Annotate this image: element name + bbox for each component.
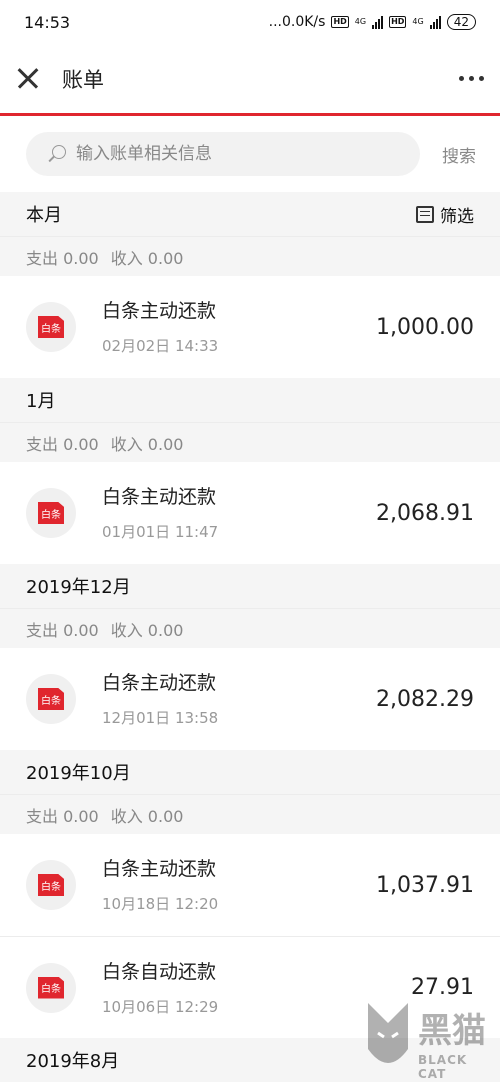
expense-total: 支出 0.00 [26, 434, 99, 454]
search-row: 搜索 [0, 116, 500, 192]
baitiao-logo-icon: 白条 [38, 874, 64, 896]
status-indicators: ...0.0K/s HD 4G HD 4G 42 [269, 14, 476, 30]
income-total: 收入 0.00 [110, 806, 184, 826]
baitiao-avatar: 白条 [26, 674, 76, 724]
income-total: 收入 0.00 [110, 620, 184, 640]
transaction-row[interactable]: 白条 白条主动还款 02月02日 14:33 1,000.00 [0, 276, 500, 378]
baitiao-avatar: 白条 [26, 302, 76, 352]
search-box[interactable] [26, 132, 420, 176]
transaction-time: 02月02日 14:33 [102, 337, 219, 355]
transaction-row[interactable]: 白条 白条主动还款 12月01日 13:58 2,082.29 [0, 648, 500, 750]
bill-list: 本月 筛选 支出 0.00 收入 0.00 白条 白条主动还款 02月02日 14:33 1,… [0, 192, 500, 1082]
baitiao-logo-icon: 白条 [38, 502, 64, 524]
page-title: 账单 [62, 67, 104, 92]
network-type: 4G [354, 17, 367, 26]
network-type-2: 4G [412, 17, 424, 26]
month-header: 2019年10月 [0, 750, 500, 794]
transaction-title: 白条自动还款 [102, 960, 217, 983]
transaction-title: 白条主动还款 [102, 300, 217, 322]
month-header: 本月 筛选 [0, 192, 500, 236]
search-input[interactable] [76, 144, 420, 164]
transaction-amount: 2,068.91 [376, 500, 474, 526]
transaction-amount: 2,082.29 [376, 686, 474, 712]
baitiao-avatar: 白条 [26, 860, 76, 910]
transaction-title: 白条主动还款 [102, 858, 217, 880]
transaction-info: 白条主动还款 02月02日 14:33 [102, 298, 376, 356]
status-bar: 14:53 ...0.0K/s HD 4G HD 4G 42 [0, 0, 500, 44]
hd-icon: HD [331, 16, 349, 28]
month-header: 2019年12月 [0, 564, 500, 608]
nav-bar: 账单 [0, 44, 500, 116]
month-label: 本月 [26, 205, 62, 226]
status-time: 14:53 [24, 12, 71, 32]
filter-label: 筛选 [440, 206, 474, 227]
month-label: 2019年8月 [26, 1051, 120, 1072]
transaction-time: 10月18日 12:20 [102, 895, 219, 913]
month-summary: 支出 0.00 收入 0.00 [0, 422, 500, 462]
month-label: 2019年10月 [26, 763, 131, 784]
transaction-title: 白条主动还款 [102, 486, 217, 508]
close-icon[interactable] [14, 65, 42, 93]
cat-icon [368, 1003, 408, 1063]
signal-icon [372, 15, 384, 29]
month-summary: 支出 0.00 收入 0.00 [0, 236, 500, 276]
month-header: 1月 [0, 378, 500, 422]
battery-icon: 42 [446, 14, 476, 30]
search-button[interactable]: 搜索 [442, 142, 476, 167]
transaction-time: 01月01日 11:47 [102, 523, 219, 541]
transaction-title: 白条主动还款 [102, 672, 217, 694]
baitiao-logo-icon: 白条 [38, 316, 64, 338]
transaction-info: 白条主动还款 12月01日 13:58 [102, 670, 376, 728]
expense-total: 支出 0.00 [26, 806, 99, 826]
expense-total: 支出 0.00 [26, 620, 99, 640]
transaction-time: 12月01日 13:58 [102, 709, 219, 727]
watermark-logo: 黑猫 BLACK CAT [362, 999, 492, 1081]
hd-icon-2: HD [389, 16, 407, 28]
month-label: 1月 [26, 391, 56, 412]
more-icon[interactable] [459, 70, 484, 87]
transaction-row[interactable]: 白条 白条主动还款 10月18日 12:20 1,037.91 [0, 834, 500, 936]
expense-total: 支出 0.00 [26, 248, 99, 268]
filter-button[interactable]: 筛选 [416, 202, 474, 227]
signal-icon-2 [429, 15, 441, 29]
transaction-amount: 1,037.91 [376, 872, 474, 898]
calendar-icon [416, 205, 434, 223]
month-summary: 支出 0.00 收入 0.00 [0, 794, 500, 834]
search-icon [46, 143, 68, 165]
transaction-info: 白条主动还款 10月18日 12:20 [102, 856, 376, 914]
month-summary: 支出 0.00 收入 0.00 [0, 608, 500, 648]
transaction-amount: 1,000.00 [376, 314, 474, 340]
baitiao-logo-icon: 白条 [38, 688, 64, 710]
watermark-cn: 黑猫 [418, 1011, 486, 1051]
transaction-info: 白条主动还款 01月01日 11:47 [102, 484, 376, 542]
baitiao-avatar: 白条 [26, 488, 76, 538]
watermark-en: BLACK CAT [418, 1053, 468, 1081]
transaction-amount: 27.91 [411, 975, 474, 1000]
income-total: 收入 0.00 [110, 434, 184, 454]
transaction-row[interactable]: 白条 白条主动还款 01月01日 11:47 2,068.91 [0, 462, 500, 564]
baitiao-logo-icon: 白条 [38, 976, 64, 999]
net-speed: ...0.0K/s [268, 14, 326, 30]
income-total: 收入 0.00 [110, 248, 184, 268]
month-label: 2019年12月 [26, 577, 131, 598]
baitiao-avatar: 白条 [26, 962, 76, 1013]
